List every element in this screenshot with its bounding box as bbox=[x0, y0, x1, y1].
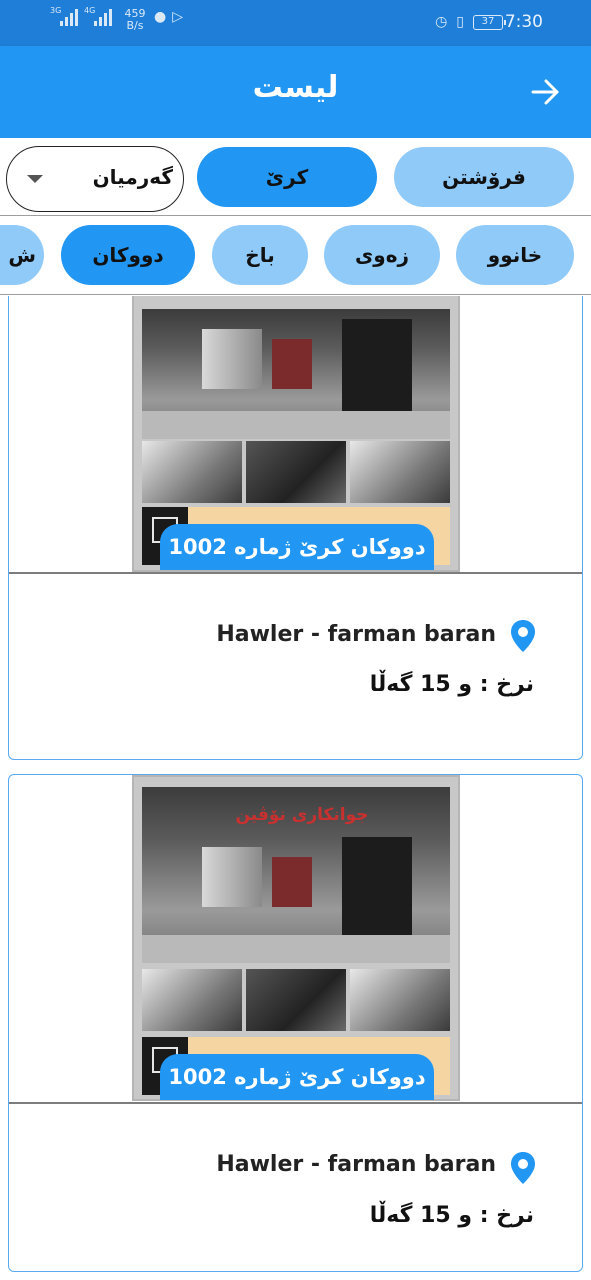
property-type-house-chip[interactable]: خانوو bbox=[456, 225, 574, 285]
caret-down-icon bbox=[27, 175, 43, 183]
property-type-chip-partial[interactable]: ش bbox=[0, 225, 44, 285]
listing-card[interactable]: جوانکاری نۆڤین دووکان کرێ ژمارە 1002 Haw… bbox=[8, 774, 583, 1272]
signal-icon: 3G bbox=[50, 6, 78, 26]
deal-type-sale-button[interactable]: فرۆشتن bbox=[394, 147, 574, 207]
clock: 7:30 bbox=[504, 12, 543, 32]
page-title: لیست bbox=[252, 70, 339, 105]
property-type-filter-row: ش دووکان باخ زەوی خانوو bbox=[0, 217, 591, 295]
messenger-icon: ● bbox=[154, 9, 167, 25]
arrow-right-icon[interactable] bbox=[529, 76, 561, 108]
price-label: نرخ : bbox=[479, 672, 534, 697]
price-value: و 15 گەڵا bbox=[369, 1203, 473, 1228]
status-left: 3G 4G 459 B/s ● ▷ bbox=[50, 6, 183, 32]
listing-caption: دووکان کرێ ژمارە 1002 bbox=[160, 1054, 434, 1100]
shop-photo bbox=[142, 309, 450, 439]
battery-icon: 37 bbox=[473, 14, 506, 30]
app-bar: لیست bbox=[0, 46, 591, 138]
listing-location: Hawler - farman baran bbox=[216, 622, 496, 647]
shop-photo: جوانکاری نۆڤین bbox=[142, 787, 450, 963]
property-type-shop-chip[interactable]: دووکان bbox=[61, 225, 195, 285]
signal-icon: 4G bbox=[84, 6, 112, 26]
vibrate-icon: ▯ bbox=[456, 14, 464, 30]
listing-price: نرخ : و 15 گەڵا bbox=[370, 1203, 534, 1228]
listing-image: جوانکاری نۆڤین bbox=[132, 775, 460, 1101]
listing-caption: دووکان کرێ ژمارە 1002 bbox=[160, 524, 434, 570]
shop-thumbnails bbox=[142, 969, 450, 1031]
deal-type-filter-row: گەرمیان کرێ فرۆشتن bbox=[0, 138, 591, 216]
alarm-icon: ◷ bbox=[435, 14, 448, 30]
deal-type-rent-button[interactable]: کرێ bbox=[197, 147, 377, 207]
location-pin-icon bbox=[511, 1152, 535, 1184]
price-value: و 15 گەڵا bbox=[369, 672, 473, 697]
property-type-garden-chip[interactable]: باخ bbox=[212, 225, 308, 285]
status-right: ◷ ▯ 37 bbox=[435, 13, 506, 31]
listing-price: نرخ : و 15 گەڵا bbox=[370, 672, 534, 697]
signal-label: 3G bbox=[50, 6, 62, 15]
price-label: نرخ : bbox=[479, 1203, 534, 1228]
network-speed: 459 B/s bbox=[122, 8, 148, 32]
signal-label: 4G bbox=[84, 6, 96, 15]
card-divider bbox=[9, 1102, 582, 1104]
location-pin-icon bbox=[511, 620, 535, 652]
card-divider bbox=[9, 572, 582, 574]
listing-list[interactable]: دووکان کرێ ژمارە 1002 Hawler - farman ba… bbox=[0, 296, 591, 1280]
region-value: گەرمیان bbox=[92, 165, 173, 189]
region-dropdown[interactable]: گەرمیان bbox=[6, 146, 184, 212]
shop-thumbnails bbox=[142, 441, 450, 503]
status-bar: 3G 4G 459 B/s ● ▷ ◷ ▯ 37 7:30 bbox=[0, 0, 591, 46]
listing-location: Hawler - farman baran bbox=[216, 1152, 496, 1177]
play-icon: ▷ bbox=[172, 9, 183, 25]
property-type-land-chip[interactable]: زەوی bbox=[324, 225, 440, 285]
listing-card[interactable]: دووکان کرێ ژمارە 1002 Hawler - farman ba… bbox=[8, 296, 583, 760]
shop-sign: جوانکاری نۆڤین bbox=[235, 805, 369, 825]
network-speed-unit: B/s bbox=[126, 19, 144, 32]
